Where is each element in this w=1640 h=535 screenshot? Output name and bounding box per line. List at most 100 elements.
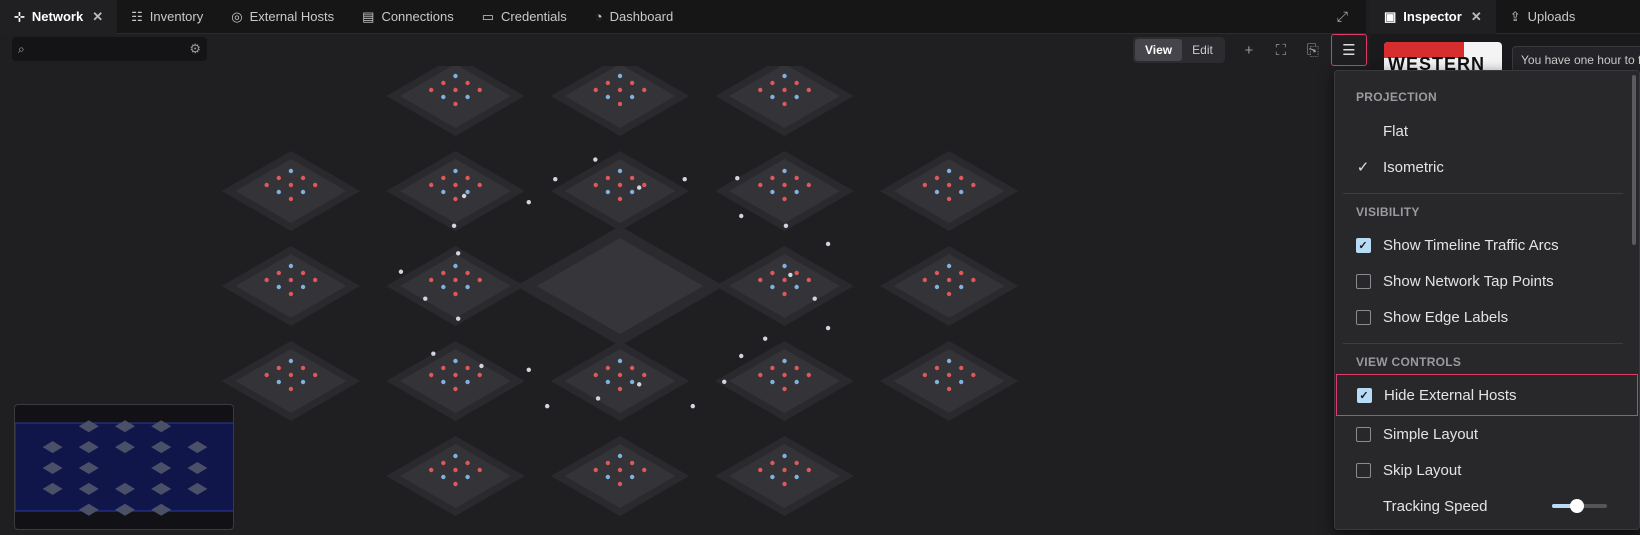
host-node[interactable] [642,182,647,188]
router-node[interactable] [553,177,558,182]
host-node[interactable] [946,372,952,378]
host-node[interactable] [782,386,787,392]
host-node[interactable] [770,379,775,385]
checkbox-checked[interactable]: ✓ [1356,387,1372,403]
host-node[interactable] [453,453,458,459]
host-node[interactable] [782,291,787,297]
host-node[interactable] [629,379,635,385]
host-node[interactable] [782,196,787,202]
host-node[interactable] [642,87,647,93]
host-node[interactable] [441,80,446,86]
host-node[interactable] [629,175,635,181]
subnet-block[interactable] [564,444,676,508]
host-node[interactable] [453,182,458,188]
host-node[interactable] [946,182,952,188]
tab-connections[interactable]: ▤ Connections [348,0,468,34]
host-node[interactable] [794,270,799,276]
host-node[interactable] [959,284,964,290]
host-node[interactable] [617,87,623,93]
host-node[interactable] [934,189,940,195]
menu-item-hide-external-hosts[interactable]: ✓ Hide External Hosts [1336,374,1638,416]
host-node[interactable] [770,365,775,371]
host-node[interactable] [782,467,787,473]
router-node[interactable] [812,296,817,301]
host-node[interactable] [946,196,952,202]
host-node[interactable] [770,175,775,181]
menu-item-simple-layout[interactable]: Simple Layout [1343,416,1627,452]
host-node[interactable] [642,467,647,473]
slider-handle[interactable] [1569,499,1584,513]
host-node[interactable] [770,270,775,276]
host-node[interactable] [629,365,635,371]
host-node[interactable] [605,80,611,86]
host-node[interactable] [312,182,318,188]
host-node[interactable] [959,175,964,181]
host-node[interactable] [782,481,787,487]
host-node[interactable] [276,270,281,276]
subnet-block[interactable] [893,159,1005,223]
router-node[interactable] [682,177,687,182]
host-node[interactable] [946,291,952,297]
host-node[interactable] [794,284,799,290]
host-node[interactable] [758,277,763,283]
host-node[interactable] [300,270,306,276]
host-node[interactable] [770,189,775,195]
host-node[interactable] [806,467,811,473]
menu-item-flat[interactable]: Flat [1343,113,1627,149]
host-node[interactable] [288,182,294,188]
host-node[interactable] [453,291,458,297]
host-node[interactable] [782,358,787,364]
host-node[interactable] [629,189,635,195]
fit-screen-icon[interactable]: ⛶ [1265,36,1297,64]
router-node[interactable] [431,351,436,356]
host-node[interactable] [782,263,787,269]
host-node[interactable] [429,372,434,378]
checkbox[interactable] [1355,426,1371,442]
host-node[interactable] [312,372,318,378]
host-node[interactable] [934,270,940,276]
host-node[interactable] [922,372,928,378]
host-node[interactable] [276,175,281,181]
host-node[interactable] [782,453,787,459]
subnet-block[interactable] [235,254,347,318]
host-node[interactable] [971,277,976,283]
host-node[interactable] [971,372,976,378]
router-node[interactable] [398,269,404,274]
host-node[interactable] [593,87,598,93]
menu-item-isometric[interactable]: ✓ Isometric [1343,149,1627,185]
router-node[interactable] [739,213,744,219]
host-node[interactable] [465,460,470,466]
close-icon[interactable]: ✕ [92,9,103,25]
tab-inspector[interactable]: ▣ Inspector ✕ [1370,0,1496,34]
menu-scrollbar[interactable] [1632,75,1636,245]
host-node[interactable] [617,196,623,202]
host-node[interactable] [429,467,434,473]
host-node[interactable] [959,270,964,276]
edit-mode-button[interactable]: Edit [1182,39,1223,61]
host-node[interactable] [477,87,482,93]
host-node[interactable] [477,467,482,473]
subnet-block[interactable] [729,444,840,508]
subnet-block[interactable] [400,444,511,508]
host-node[interactable] [300,284,306,290]
host-node[interactable] [629,80,635,86]
search-input[interactable] [30,42,190,56]
host-node[interactable] [477,372,482,378]
minimap[interactable] [14,404,234,530]
menu-item-skip-layout[interactable]: Skip Layout [1343,452,1627,488]
host-node[interactable] [782,168,787,174]
host-node[interactable] [276,365,281,371]
menu-item-show-edge-labels[interactable]: Show Edge Labels [1343,299,1627,335]
host-node[interactable] [441,94,446,100]
close-icon[interactable]: ✕ [1471,9,1482,25]
router-node[interactable] [455,251,461,256]
checkbox[interactable] [1355,309,1371,325]
host-node[interactable] [441,460,446,466]
host-node[interactable] [934,365,940,371]
host-node[interactable] [806,372,811,378]
host-node[interactable] [934,379,940,385]
host-node[interactable] [806,87,811,93]
host-node[interactable] [794,460,799,466]
host-node[interactable] [288,291,294,297]
router-node[interactable] [825,241,831,247]
